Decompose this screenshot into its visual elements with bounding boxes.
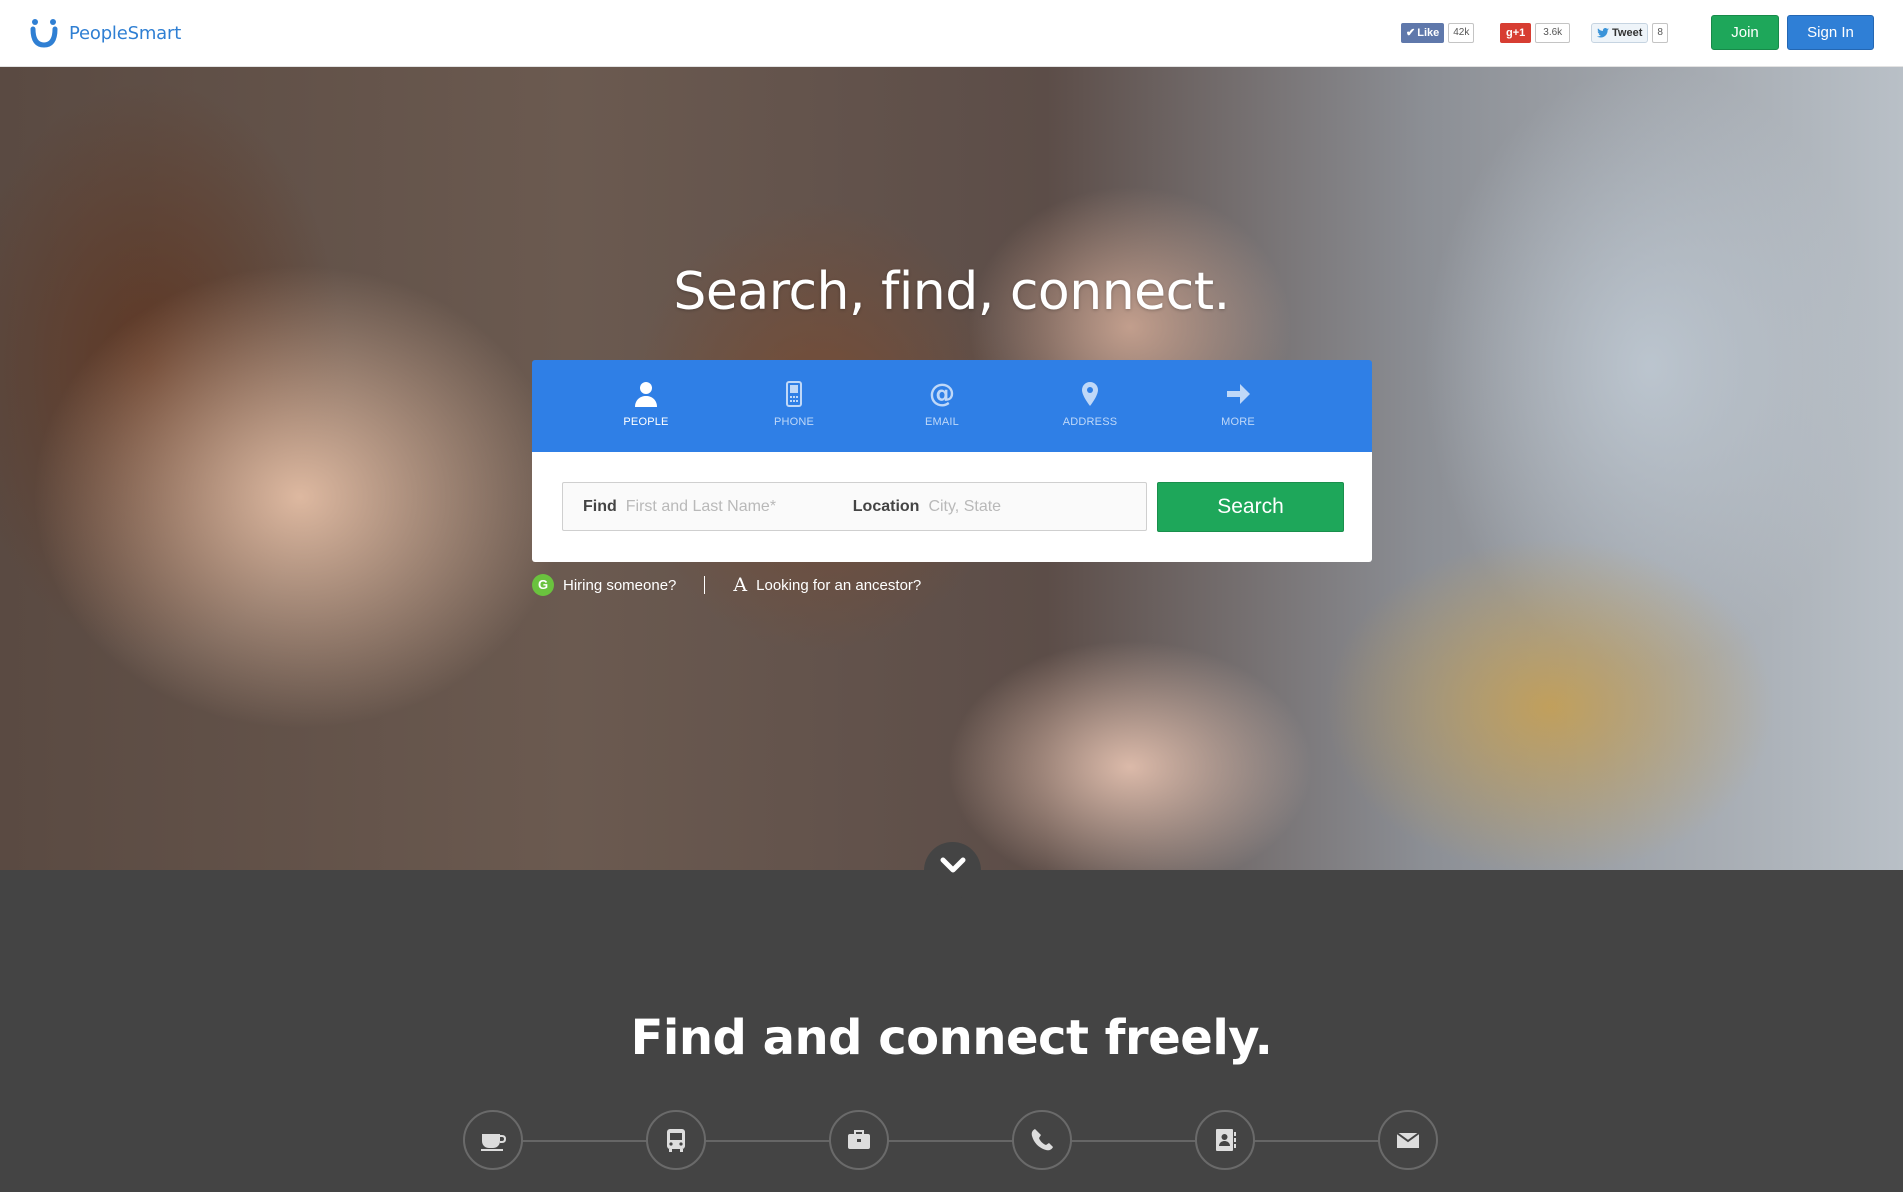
facebook-like-button[interactable]: ✔ Like: [1401, 23, 1445, 43]
feature-email: [1378, 1110, 1438, 1170]
tab-phone[interactable]: PHONE: [720, 360, 868, 452]
chevron-down-icon: [940, 857, 965, 873]
feature-briefcase: [829, 1110, 889, 1170]
feature-icon-row: [0, 1110, 1903, 1170]
google-plus-button[interactable]: g+1: [1500, 23, 1532, 43]
connector-line: [492, 1140, 1412, 1142]
envelope-icon: [1396, 1132, 1420, 1148]
search-button[interactable]: Search: [1157, 482, 1344, 532]
goodhire-icon: G: [532, 574, 554, 596]
logo[interactable]: PeopleSmart: [28, 17, 181, 49]
facebook-like-label: Like: [1417, 27, 1440, 39]
twitter-bird-icon: [1597, 28, 1609, 38]
scroll-down-button[interactable]: [924, 842, 981, 899]
tweet-count: 8: [1652, 23, 1668, 43]
features-section: Find and connect freely.: [0, 870, 1903, 1192]
tab-address[interactable]: ADDRESS: [1016, 360, 1164, 452]
tweet-label: Tweet: [1612, 27, 1643, 39]
bus-icon: [667, 1129, 685, 1152]
address-book-icon: [1216, 1129, 1236, 1151]
feature-phone: [1012, 1110, 1072, 1170]
map-pin-icon: [1082, 382, 1098, 406]
top-header: PeopleSmart ✔ Like 42k g+1 3.6k Tweet 8 …: [0, 0, 1903, 67]
tweet-button[interactable]: Tweet: [1591, 23, 1649, 43]
tab-email[interactable]: @ EMAIL: [868, 360, 1016, 452]
hero-section: Search, find, connect. PEOPLE PHONE @ EM…: [0, 67, 1903, 870]
location-label: Location: [852, 497, 920, 515]
link-divider: [704, 576, 706, 594]
ancestor-link[interactable]: Looking for an ancestor?: [756, 577, 921, 594]
feature-coffee: [463, 1110, 523, 1170]
search-form: Find Location Search: [532, 452, 1372, 562]
feature-address-book: [1195, 1110, 1255, 1170]
arrow-right-icon: [1227, 384, 1250, 404]
google-plus-widget[interactable]: g+1 3.6k: [1500, 23, 1571, 43]
hiring-link[interactable]: Hiring someone?: [563, 577, 676, 594]
briefcase-icon: [848, 1130, 870, 1149]
tab-address-label: ADDRESS: [1062, 416, 1118, 428]
join-button[interactable]: Join: [1711, 15, 1779, 50]
search-type-tabs: PEOPLE PHONE @ EMAIL ADDRESS MORE: [532, 360, 1372, 465]
find-label: Find: [583, 497, 617, 515]
tab-people[interactable]: PEOPLE: [572, 360, 720, 452]
tweet-widget[interactable]: Tweet 8: [1591, 23, 1668, 43]
person-icon: [635, 382, 657, 407]
secondary-links: G Hiring someone? A Looking for an ances…: [532, 574, 921, 596]
sign-in-button[interactable]: Sign In: [1787, 15, 1874, 50]
ancestry-icon: A: [733, 574, 748, 596]
facebook-like-count: 42k: [1448, 23, 1475, 43]
search-card: PEOPLE PHONE @ EMAIL ADDRESS MORE Find F…: [532, 360, 1372, 562]
features-title: Find and connect freely.: [630, 1010, 1273, 1066]
search-fields: Find Location: [562, 482, 1147, 531]
facebook-like-widget[interactable]: ✔ Like 42k: [1401, 23, 1475, 43]
peoplesmart-logo-icon: [30, 19, 58, 48]
svg-text:@: @: [929, 380, 955, 408]
name-input[interactable]: [625, 497, 841, 516]
tab-people-label: PEOPLE: [623, 416, 669, 428]
logo-text: PeopleSmart: [69, 22, 182, 44]
coffee-cup-icon: [481, 1134, 507, 1151]
tab-more-label: MORE: [1221, 416, 1255, 428]
checkmark-icon: ✔: [1406, 27, 1416, 39]
tab-email-label: EMAIL: [924, 416, 959, 428]
tab-phone-label: PHONE: [773, 416, 815, 428]
location-input[interactable]: [928, 497, 1129, 516]
phone-handset-icon: [1031, 1129, 1053, 1151]
feature-bus: [646, 1110, 706, 1170]
phone-icon: [786, 381, 802, 407]
tab-more[interactable]: MORE: [1164, 360, 1312, 452]
google-plus-count: 3.6k: [1535, 23, 1571, 43]
at-icon: @: [929, 380, 955, 408]
hero-title: Search, find, connect.: [673, 262, 1230, 322]
